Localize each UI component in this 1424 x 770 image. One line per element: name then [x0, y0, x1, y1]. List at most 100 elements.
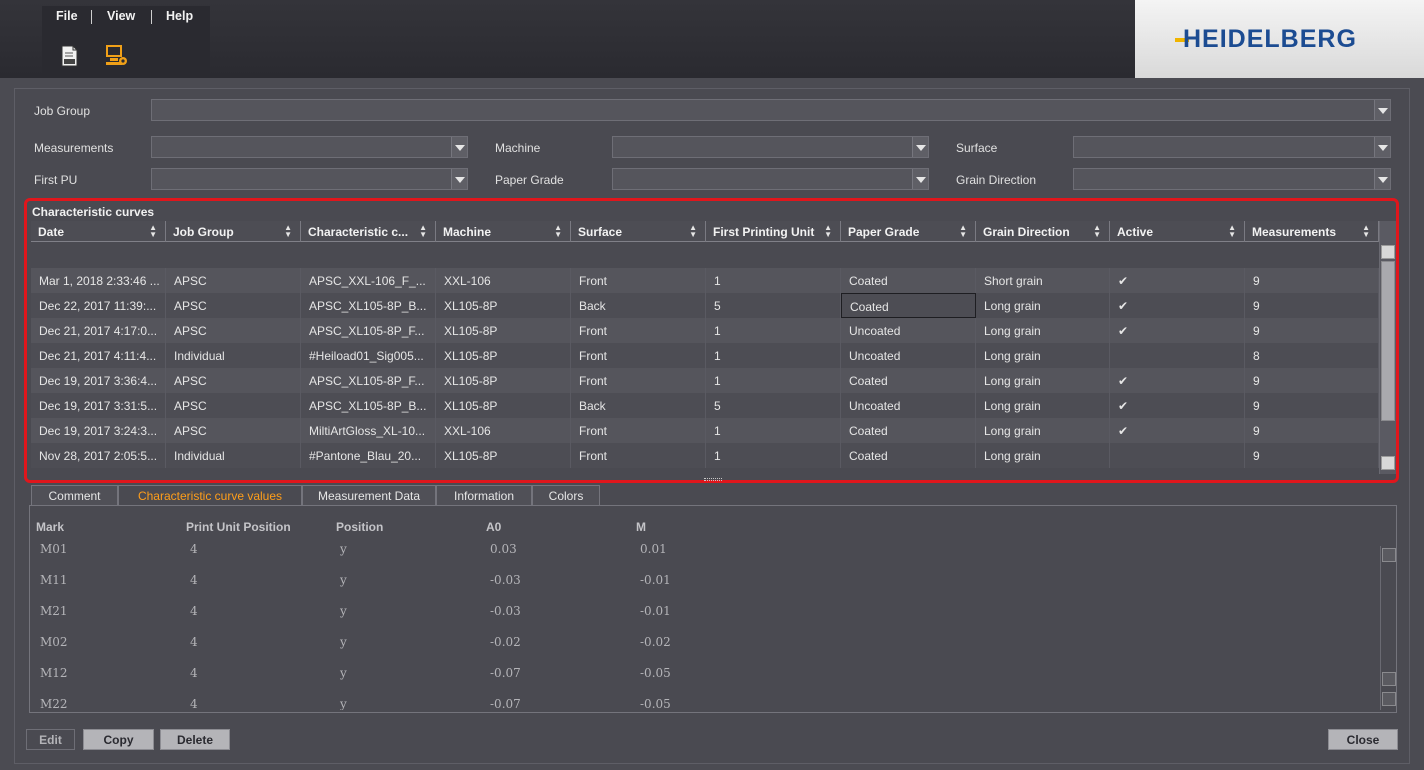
tab-measurement-data[interactable]: Measurement Data	[302, 485, 436, 506]
values-col-mark: Mark	[36, 520, 65, 534]
cell-active: ✔	[1110, 293, 1245, 318]
chevron-down-icon[interactable]	[912, 137, 928, 157]
sort-icon[interactable]: ▲ ▼	[824, 224, 832, 239]
delete-button[interactable]: Delete	[160, 729, 230, 750]
table-row[interactable]: Dec 22, 2017 11:39:... APSC APSC_XL105-8P_…	[31, 293, 1379, 318]
computer-settings-icon[interactable]	[104, 43, 130, 69]
table-row[interactable]: Dec 19, 2017 3:31:5... APSC APSC_XL105-8P_…	[31, 393, 1379, 418]
col-label: Measurements	[1252, 225, 1337, 239]
cell-characteristic-curve: APSC_XL105-8P_B...	[301, 293, 436, 318]
cell-grain-direction: Long grain	[976, 418, 1110, 443]
col-measurements[interactable]: Measurements ▲ ▼	[1245, 221, 1379, 242]
scroll-down-icon[interactable]	[1381, 456, 1395, 470]
value-a0: -0.07	[490, 697, 521, 710]
sort-icon[interactable]: ▲ ▼	[149, 224, 157, 239]
grain-direction-combo[interactable]	[1073, 168, 1391, 190]
job-group-label: Job Group	[34, 104, 91, 118]
cell-date: Dec 19, 2017 3:36:4...	[31, 368, 166, 393]
col-date[interactable]: Date ▲ ▼	[31, 221, 166, 242]
tab-information[interactable]: Information	[436, 485, 532, 506]
scroll-up-icon[interactable]	[1382, 548, 1396, 562]
first-pu-combo[interactable]	[151, 168, 468, 190]
table-row[interactable]: Dec 21, 2017 4:11:4... Individual #Heiload…	[31, 343, 1379, 368]
first-pu-label: First PU	[34, 173, 78, 187]
menu-view[interactable]: View	[107, 9, 135, 23]
cell-date: Mar 1, 2018 2:33:46 ...	[31, 268, 166, 293]
cell-date: Dec 21, 2017 4:17:0...	[31, 318, 166, 343]
edit-button[interactable]: Edit	[26, 729, 75, 750]
cell-characteristic-curve: MiltiArtGloss_XL-10...	[301, 418, 436, 443]
col-job-group[interactable]: Job Group ▲ ▼	[166, 221, 301, 242]
menu-file[interactable]: File	[56, 9, 78, 23]
splitter-handle[interactable]	[704, 478, 722, 481]
values-scrollbar[interactable]	[1380, 546, 1396, 710]
chevron-down-icon[interactable]	[1374, 137, 1390, 157]
value-print-unit-position: 4	[190, 635, 198, 649]
list-item[interactable]: M21 4 y -0.03 -0.01	[36, 604, 836, 635]
table-row[interactable]: Dec 21, 2017 4:17:0... APSC APSC_XL105-8P_…	[31, 318, 1379, 343]
tab-comment[interactable]: Comment	[31, 485, 118, 506]
paper-grade-label: Paper Grade	[495, 173, 564, 187]
sort-icon[interactable]: ▲ ▼	[1228, 224, 1236, 239]
paper-grade-combo[interactable]	[612, 168, 929, 190]
cell-measurements: 9	[1245, 443, 1379, 468]
col-first-printing-unit[interactable]: First Printing Unit ▲ ▼	[706, 221, 841, 242]
col-characteristic-curve[interactable]: Characteristic c... ▲ ▼	[301, 221, 436, 242]
col-paper-grade[interactable]: Paper Grade ▲ ▼	[841, 221, 976, 242]
scroll-up-icon[interactable]	[1381, 245, 1395, 259]
document-abc-icon[interactable]	[56, 43, 82, 69]
value-m: 0.01	[640, 544, 667, 556]
scroll-grip-icon[interactable]	[1382, 672, 1396, 686]
value-position: y	[340, 544, 347, 556]
machine-combo[interactable]	[612, 136, 929, 158]
table-row[interactable]: Dec 19, 2017 3:24:3... APSC MiltiArtGloss_…	[31, 418, 1379, 443]
value-a0: -0.07	[490, 666, 521, 680]
chevron-down-icon[interactable]	[1374, 169, 1390, 189]
tab-colors[interactable]: Colors	[532, 485, 600, 506]
col-surface[interactable]: Surface ▲ ▼	[571, 221, 706, 242]
table-row[interactable]: Mar 1, 2018 2:33:46 ... APSC APSC_XXL-106_…	[31, 268, 1379, 293]
list-item[interactable]: M02 4 y -0.02 -0.02	[36, 635, 836, 666]
heidelberg-logo: HEIDELBERG	[1183, 25, 1357, 53]
cell-job-group: APSC	[166, 268, 301, 293]
sort-icon[interactable]: ▲ ▼	[554, 224, 562, 239]
table-row[interactable]: Nov 28, 2017 2:05:5... Individual #Pantone…	[31, 443, 1379, 468]
cell-date: Dec 19, 2017 3:31:5...	[31, 393, 166, 418]
sort-icon[interactable]: ▲ ▼	[1093, 224, 1101, 239]
surface-combo[interactable]	[1073, 136, 1391, 158]
menu-help[interactable]: Help	[166, 9, 193, 23]
list-item[interactable]: M01 4 y 0.03 0.01	[36, 544, 836, 573]
col-machine[interactable]: Machine ▲ ▼	[436, 221, 571, 242]
cell-job-group: APSC	[166, 393, 301, 418]
cell-paper-grade: Uncoated	[841, 343, 976, 368]
chevron-down-icon[interactable]	[912, 169, 928, 189]
col-grain-direction[interactable]: Grain Direction ▲ ▼	[976, 221, 1110, 242]
curves-scrollbar[interactable]	[1379, 221, 1396, 474]
close-button[interactable]: Close	[1328, 729, 1398, 750]
sort-icon[interactable]: ▲ ▼	[1362, 224, 1370, 239]
sort-icon[interactable]: ▲ ▼	[689, 224, 697, 239]
chevron-down-icon[interactable]	[451, 137, 467, 157]
job-group-combo[interactable]	[151, 99, 1391, 121]
cell-characteristic-curve: #Pantone_Blau_20...	[301, 443, 436, 468]
scroll-thumb[interactable]	[1381, 261, 1395, 421]
measurements-combo[interactable]	[151, 136, 468, 158]
list-item[interactable]: M12 4 y -0.07 -0.05	[36, 666, 836, 697]
sort-icon[interactable]: ▲ ▼	[419, 224, 427, 239]
copy-button[interactable]: Copy	[83, 729, 154, 750]
col-active[interactable]: Active ▲ ▼	[1110, 221, 1245, 242]
sort-icon[interactable]: ▲ ▼	[959, 224, 967, 239]
cell-date: Nov 28, 2017 2:05:5...	[31, 443, 166, 468]
scroll-down-icon[interactable]	[1382, 692, 1396, 706]
list-item[interactable]: M22 4 y -0.07 -0.05	[36, 697, 836, 710]
sort-icon[interactable]: ▲ ▼	[284, 224, 292, 239]
value-a0: 0.03	[490, 544, 517, 556]
chevron-down-icon[interactable]	[1374, 100, 1390, 120]
list-item[interactable]: M11 4 y -0.03 -0.01	[36, 573, 836, 604]
tab-characteristic-curve-values[interactable]: Characteristic curve values	[118, 485, 302, 506]
table-row[interactable]: Dec 19, 2017 3:36:4... APSC APSC_XL105-8P_…	[31, 368, 1379, 393]
cell-surface: Front	[571, 443, 706, 468]
cell-first-printing-unit: 1	[706, 318, 841, 343]
cell-surface: Back	[571, 293, 706, 318]
chevron-down-icon[interactable]	[451, 169, 467, 189]
